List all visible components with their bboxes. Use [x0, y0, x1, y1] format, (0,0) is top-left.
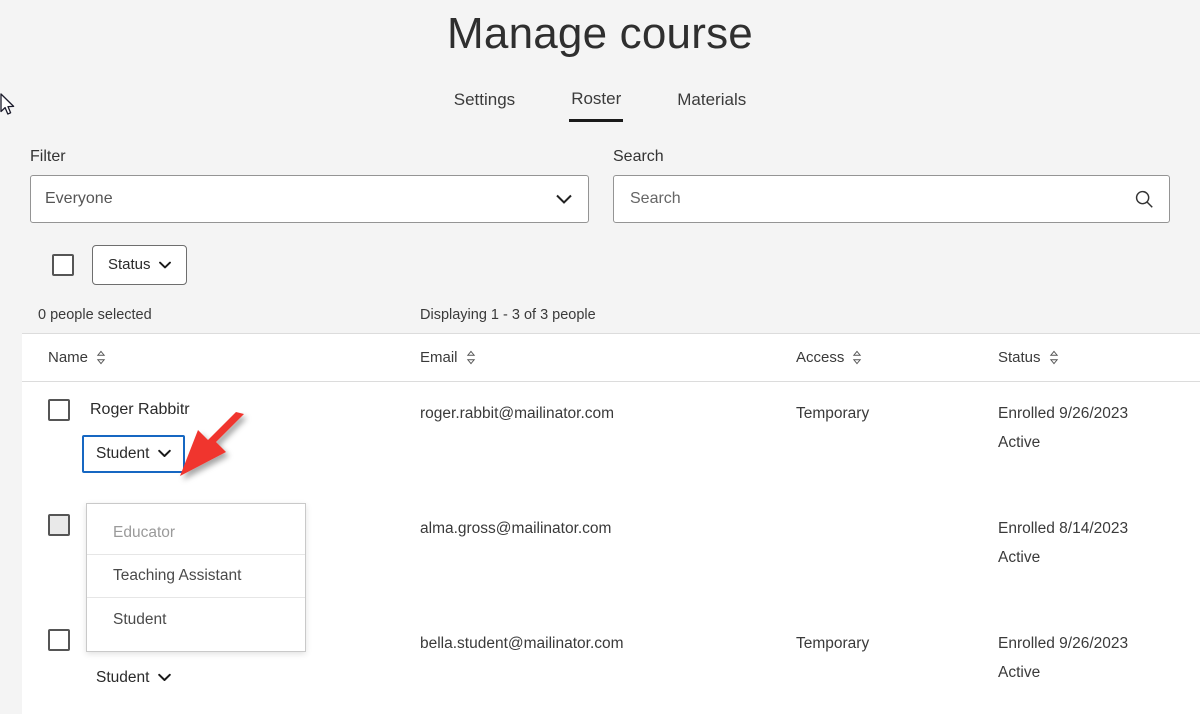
select-all-checkbox[interactable]	[52, 253, 74, 276]
search-label: Search	[613, 147, 664, 165]
displaying-count: Displaying 1 - 3 of 3 people	[420, 306, 596, 323]
role-option-teaching-assistant[interactable]: Teaching Assistant	[87, 555, 305, 598]
row-status-enrolled: Enrolled 9/26/2023	[998, 404, 1129, 422]
row-email-cell: alma.gross@mailinator.com	[420, 514, 796, 543]
row-status-enrolled: Enrolled 8/14/2023	[998, 519, 1129, 537]
sort-updown-icon	[853, 350, 862, 365]
row-status-state: Active	[998, 433, 1041, 451]
row-email: roger.rabbit@mailinator.com	[420, 404, 615, 422]
column-header-status[interactable]: Status	[998, 349, 1178, 366]
page-title: Manage course	[447, 9, 753, 58]
column-header-status-label: Status	[998, 348, 1041, 366]
filter-select-value: Everyone	[45, 189, 113, 207]
row-access: Temporary	[796, 634, 870, 652]
search-field[interactable]	[613, 174, 1170, 223]
table-meta: 0 people selected Displaying 1 - 3 of 3 …	[0, 307, 1200, 323]
column-header-access-label: Access	[796, 348, 845, 366]
column-header-access[interactable]: Access	[796, 349, 998, 366]
table-row: Roger Rabbitr Student roger.rabbit@maili…	[22, 382, 1200, 497]
role-dropdown-menu[interactable]: Educator Teaching Assistant Student	[86, 503, 306, 652]
row-email-cell: roger.rabbit@mailinator.com	[420, 399, 796, 428]
row-checkbox[interactable]	[48, 628, 70, 651]
filter-select[interactable]: Everyone	[30, 174, 589, 223]
tab-roster[interactable]: Roster	[569, 87, 624, 122]
search-input[interactable]	[628, 175, 1133, 222]
column-header-email-label: Email	[420, 348, 458, 366]
row-status-state: Active	[998, 663, 1041, 681]
sort-updown-icon	[96, 350, 106, 365]
search-icon[interactable]	[1133, 188, 1155, 210]
role-select-value: Student	[96, 444, 150, 462]
table-header-row: Name Email Access Status	[22, 334, 1200, 382]
tab-materials[interactable]: Materials	[675, 87, 748, 122]
role-select-value: Student	[96, 668, 150, 686]
column-header-name[interactable]: Name	[22, 349, 420, 366]
chevron-down-icon	[158, 261, 171, 269]
role-option-student[interactable]: Student	[87, 598, 305, 641]
role-select[interactable]: Student	[92, 664, 176, 691]
row-name: Roger Rabbitr	[90, 400, 190, 418]
row-status-cell: Enrolled 9/26/2023 Active	[998, 629, 1178, 687]
row-checkbox[interactable]	[48, 513, 70, 536]
row-status-enrolled: Enrolled 9/26/2023	[998, 634, 1129, 652]
controls-row: Filter Everyone Search	[0, 148, 1200, 223]
row-email: bella.student@mailinator.com	[420, 634, 624, 652]
tab-settings[interactable]: Settings	[452, 87, 517, 122]
chevron-down-icon	[556, 194, 572, 204]
column-header-email[interactable]: Email	[420, 349, 796, 366]
filter-block: Filter Everyone	[30, 148, 589, 223]
tab-bar: Settings Roster Materials	[0, 87, 1200, 122]
sort-updown-icon	[466, 350, 475, 365]
row-status-state: Active	[998, 548, 1041, 566]
row-name-cell: Roger Rabbitr Student	[22, 398, 420, 473]
sort-updown-icon	[1049, 350, 1058, 365]
row-access-cell: Temporary	[796, 399, 998, 428]
filter-label: Filter	[30, 147, 66, 165]
row-access: Temporary	[796, 404, 870, 422]
status-filter-button[interactable]: Status	[92, 244, 187, 285]
role-select[interactable]: Student	[82, 434, 186, 473]
selected-count: 0 people selected	[38, 306, 152, 323]
row-status-cell: Enrolled 8/14/2023 Active	[998, 514, 1178, 572]
row-email: alma.gross@mailinator.com	[420, 519, 612, 537]
chevron-down-icon	[158, 450, 172, 458]
column-header-name-label: Name	[48, 348, 89, 366]
search-block: Search	[613, 148, 1170, 223]
row-status-cell: Enrolled 9/26/2023 Active	[998, 399, 1178, 457]
chevron-down-icon	[158, 674, 172, 682]
status-filter-label: Status	[108, 256, 151, 274]
row-checkbox[interactable]	[48, 398, 70, 421]
role-option-educator[interactable]: Educator	[87, 512, 305, 555]
row-email-cell: bella.student@mailinator.com	[420, 629, 796, 658]
row-access-cell: Temporary	[796, 629, 998, 658]
bulk-action-bar: Status	[0, 244, 1200, 285]
